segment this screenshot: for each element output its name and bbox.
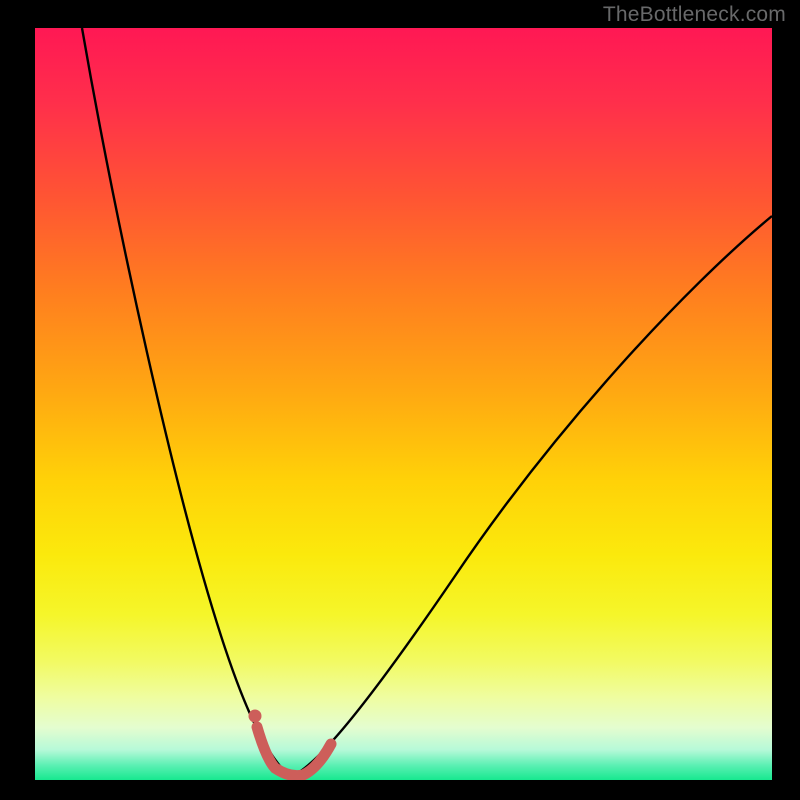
curve-right-branch: [290, 216, 772, 777]
trough-marker-dot: [249, 710, 262, 723]
watermark-text: TheBottleneck.com: [603, 3, 786, 27]
curve-left-branch: [82, 28, 290, 777]
trough-marker-path: [257, 727, 331, 776]
plot-area: [35, 28, 772, 780]
chart-frame: TheBottleneck.com: [0, 0, 800, 800]
curve-layer: [35, 28, 772, 780]
